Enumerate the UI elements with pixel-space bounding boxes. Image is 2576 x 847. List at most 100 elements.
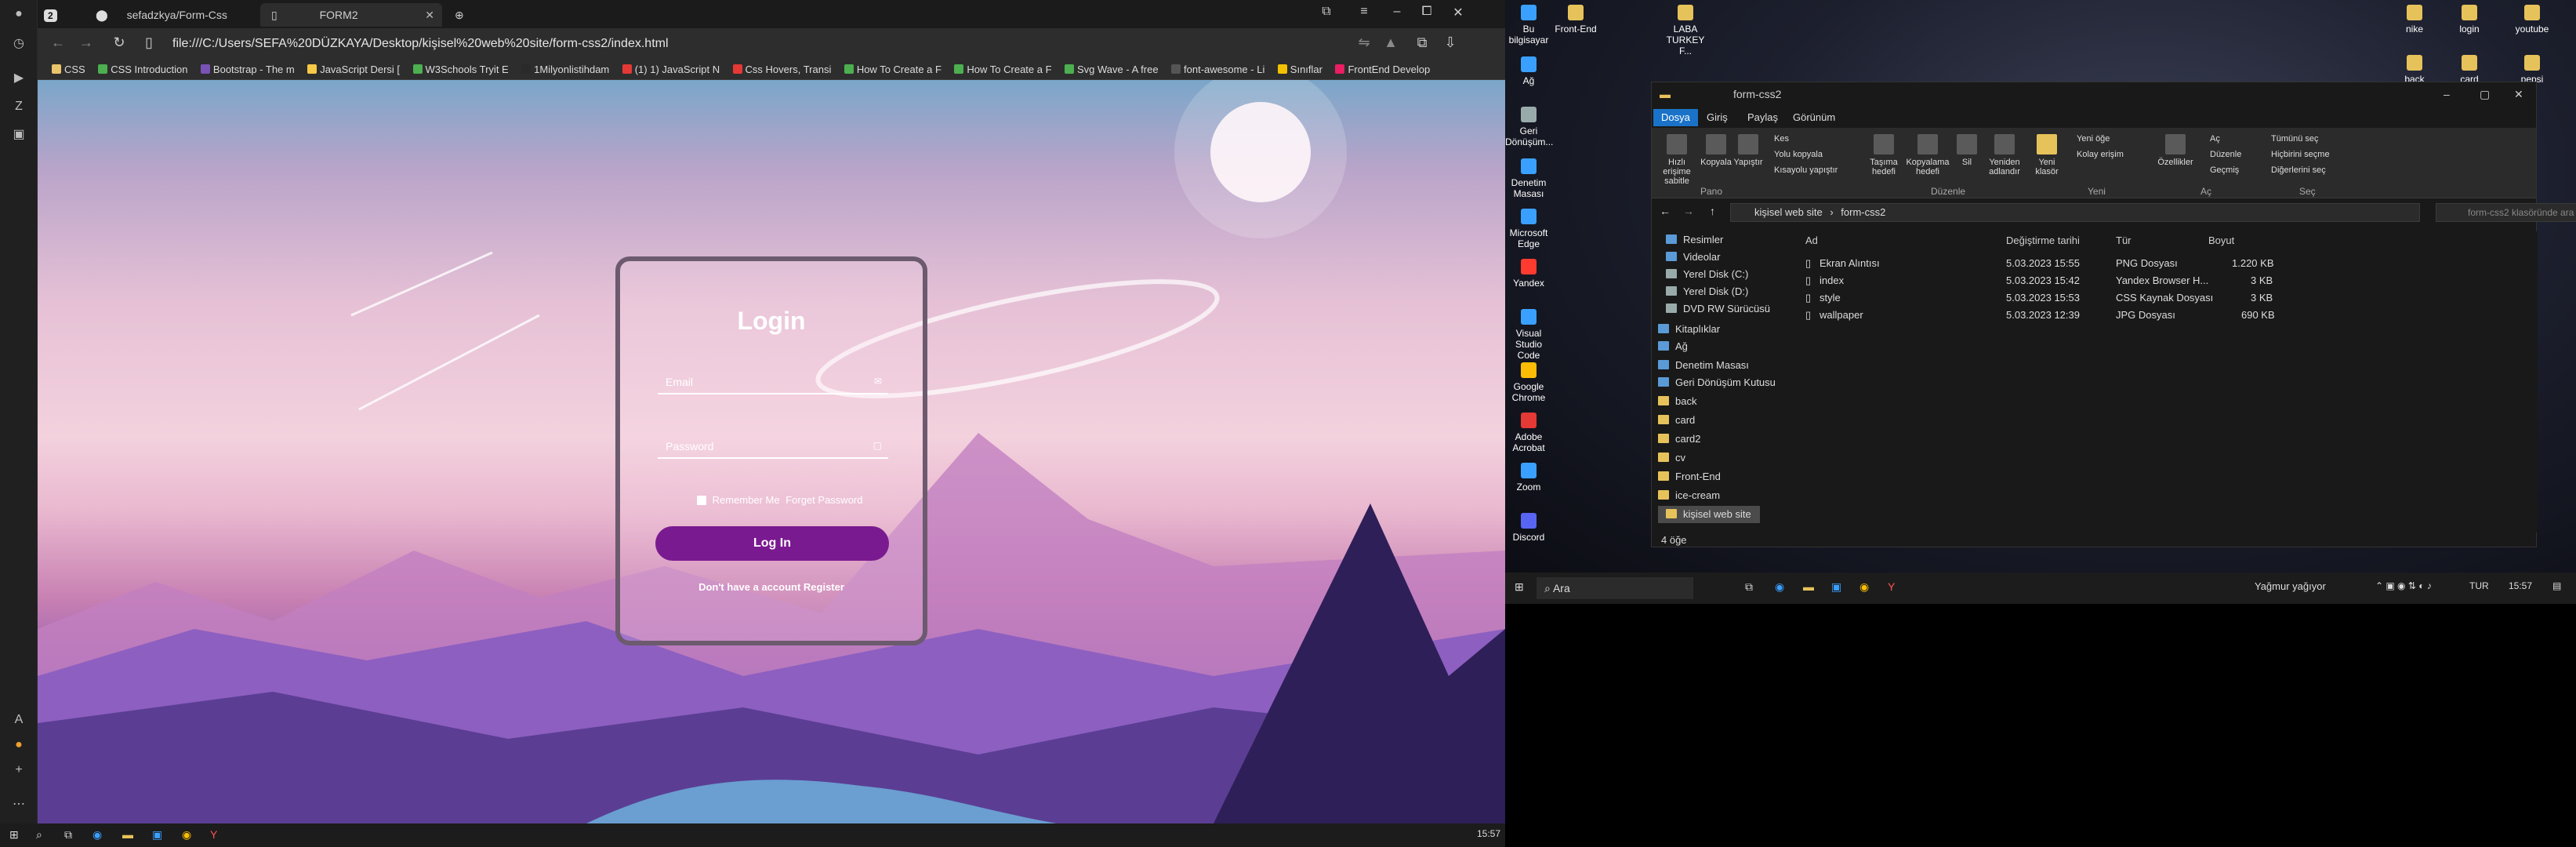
- desktop-icon[interactable]: Adobe Acrobat: [1505, 413, 1552, 453]
- tab-counter[interactable]: 2: [38, 3, 78, 27]
- desktop-icon[interactable]: youtube: [2509, 5, 2556, 35]
- invert-selection-button[interactable]: Diğerlerini seç: [2271, 162, 2326, 178]
- desktop-icon[interactable]: Visual Studio Code: [1505, 309, 1552, 361]
- chrome-icon[interactable]: ◉: [1859, 580, 1869, 594]
- desktop-icon[interactable]: LABA TURKEY F...: [1662, 5, 1709, 56]
- edit-button[interactable]: Düzenle: [2210, 147, 2241, 162]
- ribbon-tab-file[interactable]: Dosya: [1653, 109, 1698, 126]
- url-field[interactable]: file:///C:/Users/SEFA%20DÜZKAYA/Desktop/…: [172, 35, 669, 53]
- desktop-icon[interactable]: Zoom: [1505, 463, 1552, 493]
- copy-path-button[interactable]: Yolu kopyala: [1774, 147, 1823, 162]
- desktop-icon[interactable]: pepsi: [2509, 55, 2556, 85]
- ribbon-tab-view[interactable]: Görünüm: [1785, 109, 1843, 126]
- tree-item[interactable]: Resimler: [1666, 231, 1723, 249]
- new-tab-button[interactable]: ⊕: [448, 3, 472, 27]
- bookmark-item[interactable]: Bootstrap - The m: [200, 60, 295, 79]
- desktop-icon[interactable]: back: [2391, 55, 2438, 85]
- bookmark-item[interactable]: Sınıflar: [1277, 60, 1322, 79]
- tree-item[interactable]: back: [1658, 393, 1696, 410]
- paste-button[interactable]: Yapıştır: [1732, 134, 1765, 167]
- tray-icons[interactable]: ⌃ ▣ ◉ ⇅ ◐ ♪: [2375, 580, 2432, 591]
- add-panel-icon[interactable]: +: [9, 761, 28, 780]
- more-icon[interactable]: ⋯: [9, 795, 28, 814]
- tree-item[interactable]: Kitaplıklar: [1658, 321, 1720, 338]
- store-icon[interactable]: ▣: [1831, 580, 1841, 594]
- edge-icon[interactable]: ◉: [93, 828, 102, 842]
- store-icon[interactable]: ▣: [152, 828, 162, 842]
- windows-icon[interactable]: ⊞: [1515, 580, 1524, 594]
- desktop-icon[interactable]: nike: [2391, 5, 2438, 35]
- column-header-date[interactable]: Değiştirme tarihi: [2006, 231, 2080, 250]
- file-row[interactable]: ▯ index 5.03.2023 15:42 Yandex Browser H…: [1801, 272, 2287, 289]
- new-item-button[interactable]: Yeni öğe: [2077, 131, 2110, 147]
- minimize-icon[interactable]: –: [1388, 5, 1406, 19]
- tab-manager-icon[interactable]: ⧉: [1317, 5, 1336, 19]
- password-field[interactable]: Password ▢: [658, 435, 888, 459]
- cut-button[interactable]: Kes: [1774, 131, 1789, 147]
- tree-item[interactable]: Front-End: [1658, 468, 1721, 485]
- desktop-icon[interactable]: card: [2446, 55, 2493, 85]
- alice-icon[interactable]: A: [9, 711, 28, 729]
- bookmark-item[interactable]: Svg Wave - A free: [1065, 60, 1159, 79]
- folder-icon[interactable]: ▬: [122, 828, 133, 841]
- search-icon[interactable]: ⌕: [36, 828, 42, 842]
- bookmark-item[interactable]: JavaScript Dersi [: [307, 60, 400, 79]
- email-field[interactable]: Email ✉: [658, 371, 888, 394]
- collections-icon[interactable]: ⧉: [1413, 35, 1431, 51]
- translate-icon[interactable]: ⇋: [1355, 35, 1373, 51]
- yandex-icon[interactable]: Y: [210, 828, 217, 841]
- edge-icon[interactable]: ◉: [1775, 580, 1784, 594]
- profile-icon[interactable]: ●: [9, 5, 28, 24]
- tree-item[interactable]: Videolar: [1666, 249, 1720, 266]
- task-view-icon[interactable]: ⧉: [64, 828, 72, 842]
- weather-status[interactable]: Yağmur yağıyor: [2255, 580, 2326, 592]
- app-icon[interactable]: ●: [9, 736, 28, 754]
- reload-icon[interactable]: ↻: [110, 35, 129, 51]
- bookmark-item[interactable]: W3Schools Tryit E: [412, 60, 509, 79]
- clock[interactable]: 15:57: [2509, 580, 2532, 591]
- bookmark-item[interactable]: Css Hovers, Transi: [732, 60, 831, 79]
- tree-item[interactable]: DVD RW Sürücüsü: [1666, 300, 1770, 318]
- column-header-type[interactable]: Tür: [2116, 231, 2132, 250]
- yandex-icon[interactable]: Y: [1888, 580, 1895, 593]
- path-segment[interactable]: kişisel web site: [1754, 206, 1823, 218]
- properties-button[interactable]: Özellikler: [2153, 134, 2197, 167]
- notification-icon[interactable]: ▤: [2552, 580, 2561, 591]
- bookmark-item[interactable]: CSS Introduction: [98, 60, 187, 79]
- zen-icon[interactable]: Z: [9, 97, 28, 116]
- tree-item[interactable]: Geri Dönüşüm Kutusu: [1658, 374, 1776, 391]
- forward-icon[interactable]: →: [77, 35, 96, 51]
- media-icon[interactable]: ▶: [9, 69, 28, 88]
- restore-icon[interactable]: ⧠: [1417, 5, 1436, 19]
- back-icon[interactable]: ←: [49, 35, 67, 51]
- delete-button[interactable]: Sil: [1953, 134, 1981, 167]
- tree-item[interactable]: cv: [1658, 449, 1685, 467]
- move-to-button[interactable]: Taşıma hedefi: [1863, 134, 1904, 176]
- close-window-icon[interactable]: ✕: [2514, 82, 2523, 106]
- desktop-icon[interactable]: Discord: [1505, 513, 1552, 543]
- language-indicator[interactable]: TUR: [2469, 580, 2489, 591]
- copy-button[interactable]: Kopyala: [1700, 134, 1732, 167]
- taskbar-search[interactable]: ⌕ Ara: [1537, 577, 1693, 599]
- file-row[interactable]: ▯ wallpaper 5.03.2023 12:39 JPG Dosyası …: [1801, 307, 2287, 324]
- register-link[interactable]: Don't have a account Register: [620, 581, 923, 593]
- rename-button[interactable]: Yeniden adlandır: [1983, 134, 2026, 176]
- minimize-icon[interactable]: –: [2444, 82, 2450, 106]
- login-button[interactable]: Log In: [655, 526, 889, 561]
- history-button[interactable]: Geçmiş: [2210, 162, 2239, 178]
- desktop-icon[interactable]: Microsoft Edge: [1505, 209, 1552, 249]
- forward-icon[interactable]: →: [1683, 205, 1694, 217]
- bookmark-item[interactable]: 1Milyonlistihdam: [521, 60, 609, 79]
- bookmark-item[interactable]: FrontEnd Develop: [1335, 60, 1430, 79]
- forgot-password-link[interactable]: Forget Password: [785, 494, 862, 506]
- tree-item[interactable]: Denetim Masası: [1658, 357, 1749, 374]
- task-view-icon[interactable]: ⧉: [1745, 580, 1753, 594]
- desktop-icon[interactable]: Bu bilgisayar: [1505, 5, 1552, 45]
- screenshot-icon[interactable]: ▣: [9, 125, 28, 144]
- column-header-size[interactable]: Boyut: [2208, 231, 2234, 250]
- open-button[interactable]: Aç: [2210, 131, 2220, 147]
- close-tab-icon[interactable]: ✕: [425, 3, 434, 27]
- close-window-icon[interactable]: ✕: [1449, 5, 1468, 20]
- bookmark-item[interactable]: How To Create a F: [844, 60, 942, 79]
- tree-item[interactable]: card2: [1658, 431, 1701, 448]
